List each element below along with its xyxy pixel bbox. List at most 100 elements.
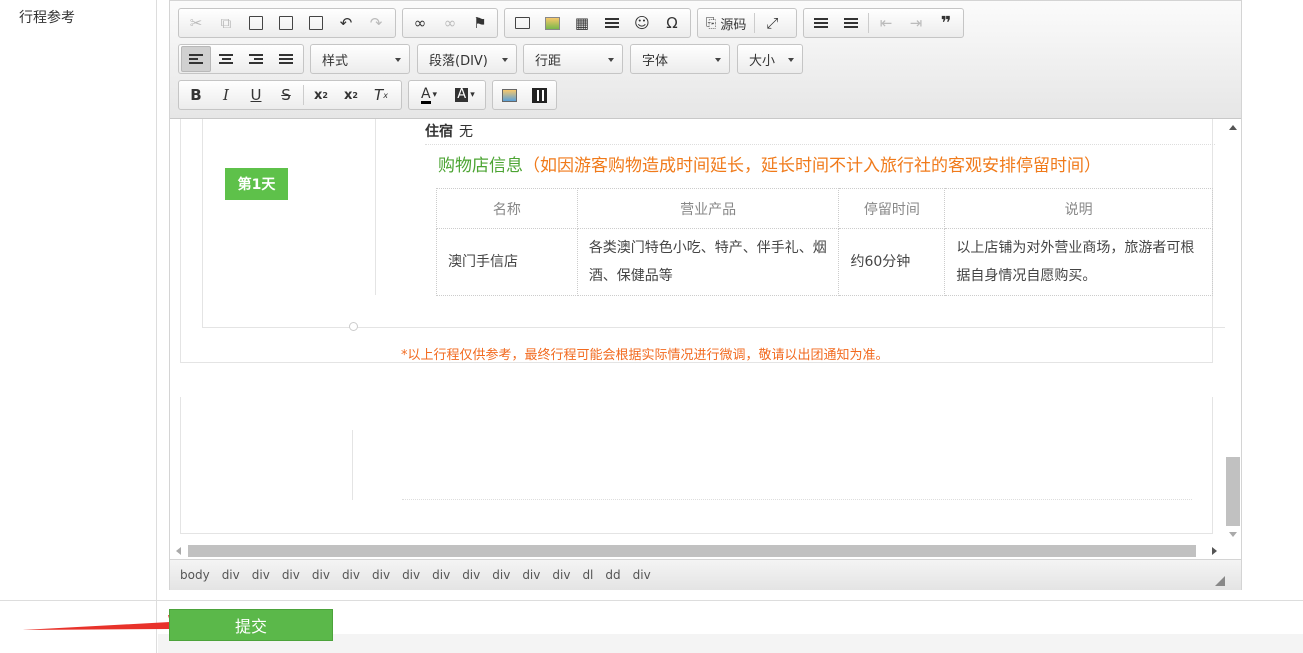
path-item[interactable]: div (552, 568, 570, 582)
scrollbar-thumb[interactable] (1226, 457, 1240, 526)
path-item[interactable]: div (492, 568, 510, 582)
path-item[interactable]: dl (582, 568, 593, 582)
blockquote-icon[interactable]: ❞ (931, 10, 961, 36)
day-divider (375, 119, 376, 295)
separator (868, 13, 869, 33)
line-height-select[interactable]: 行距 (523, 44, 623, 74)
size-select[interactable]: 大小 (737, 44, 803, 74)
stay-info: 住宿无 (425, 121, 473, 141)
image-icon[interactable] (507, 10, 537, 36)
path-item[interactable]: div (282, 568, 300, 582)
horizontal-scrollbar[interactable] (170, 543, 1225, 559)
outdent-icon[interactable]: ⇤ (871, 10, 901, 36)
paragraph-select[interactable]: 段落(DIV) (417, 44, 517, 74)
remove-format-icon[interactable]: Tx (366, 82, 396, 108)
chevron-down-icon (715, 58, 721, 62)
numbered-list-icon[interactable] (806, 10, 836, 36)
horizontal-line-icon[interactable] (597, 10, 627, 36)
align-right-icon[interactable] (241, 46, 271, 72)
insert-group: ▦ ☺ Ω (504, 8, 691, 38)
italic-icon[interactable]: I (211, 82, 241, 108)
strikethrough-icon[interactable]: S (271, 82, 301, 108)
scroll-left-icon[interactable] (176, 547, 181, 555)
superscript-icon[interactable]: x2 (336, 82, 366, 108)
vertical-scrollbar[interactable] (1225, 119, 1241, 543)
shop-table: 名称 营业产品 停留时间 说明 澳门手信店 各类澳门特色小吃、特产、伴手礼、烟酒… (436, 188, 1213, 296)
table-row: 澳门手信店 各类澳门特色小吃、特产、伴手礼、烟酒、保健品等 约60分钟 以上店铺… (436, 228, 1213, 296)
scroll-right-icon[interactable] (1212, 547, 1217, 555)
path-item[interactable]: div (342, 568, 360, 582)
underline-icon[interactable]: U (241, 82, 271, 108)
media-group (492, 80, 557, 110)
path-item[interactable]: div (402, 568, 420, 582)
editor-content[interactable]: 第1天 住宿无 购物店信息（如因游客购物造成时间延长，延长时间不计入旅行社的客观… (170, 119, 1225, 543)
copy-icon[interactable]: ⧉ (211, 10, 241, 36)
font-select[interactable]: 字体 (630, 44, 730, 74)
path-item[interactable]: div (372, 568, 390, 582)
background-color-icon[interactable]: A ▾ (447, 82, 483, 108)
resize-handle[interactable] (349, 322, 358, 331)
rich-text-editor: ✂ ⧉ ↶ ↷ ∞ ∞ ⚑ ▦ ☺ Ω ⎘ 源码 ⤢ ⇤ ⇥ ❞ 样式 段落(D… (169, 0, 1242, 590)
paste-word-icon[interactable] (301, 10, 331, 36)
shop-title-main: 购物店信息 (438, 156, 523, 176)
cut-icon[interactable]: ✂ (181, 10, 211, 36)
align-group (178, 44, 304, 74)
align-justify-icon[interactable] (271, 46, 301, 72)
shop-description-cell: 以上店铺为对外营业商场，旅游者可根据自身情况自愿购买。 (944, 228, 1213, 296)
column-header: 营业产品 (576, 188, 840, 229)
color-group: A ▾ A ▾ (408, 80, 486, 110)
path-item[interactable]: div (252, 568, 270, 582)
path-item[interactable]: div (312, 568, 330, 582)
bold-icon[interactable]: B (181, 82, 211, 108)
element-path-bar: body div div div div div div div div div… (170, 559, 1241, 590)
unlink-icon[interactable]: ∞ (435, 10, 465, 36)
clipboard-group: ✂ ⧉ ↶ ↷ (178, 8, 396, 38)
size-select-label: 大小 (749, 53, 776, 69)
text-color-icon[interactable]: A ▾ (411, 82, 447, 108)
special-char-icon[interactable]: Ω (657, 10, 687, 36)
bulleted-list-icon[interactable] (836, 10, 866, 36)
path-item[interactable]: dd (605, 568, 620, 582)
field-label-column: 行程参考 (0, 0, 157, 600)
redo-icon[interactable]: ↷ (361, 10, 391, 36)
subscript-icon[interactable]: x2 (306, 82, 336, 108)
path-item[interactable]: div (462, 568, 480, 582)
stay-value: 无 (459, 124, 473, 140)
shop-info-title: 购物店信息（如因游客购物造成时间延长，延长时间不计入旅行社的客观安排停留时间） (438, 151, 1101, 176)
image-gallery-icon[interactable] (495, 82, 525, 108)
scroll-up-icon[interactable] (1229, 125, 1237, 130)
path-item[interactable]: div (222, 568, 240, 582)
path-item[interactable]: div (522, 568, 540, 582)
day-divider (352, 430, 353, 500)
scrollbar-thumb[interactable] (188, 545, 1196, 557)
table-icon[interactable]: ▦ (567, 10, 597, 36)
undo-icon[interactable]: ↶ (331, 10, 361, 36)
column-header: 停留时间 (838, 188, 946, 229)
source-button[interactable]: ⎘ 源码 (700, 10, 752, 36)
align-center-icon[interactable] (211, 46, 241, 72)
resize-grip-icon[interactable] (1215, 576, 1225, 586)
smiley-icon[interactable]: ☺ (627, 10, 657, 36)
paste-text-icon[interactable] (271, 10, 301, 36)
path-item[interactable]: div (432, 568, 450, 582)
link-group: ∞ ∞ ⚑ (402, 8, 498, 38)
style-select[interactable]: 样式 (310, 44, 410, 74)
text-format-group: B I U S x2 x2 Tx (178, 80, 402, 110)
source-group: ⎘ 源码 ⤢ (697, 8, 797, 38)
line-height-select-label: 行距 (535, 53, 562, 69)
align-left-icon[interactable] (181, 46, 211, 72)
anchor-flag-icon[interactable]: ⚑ (465, 10, 495, 36)
paste-icon[interactable] (241, 10, 271, 36)
path-item[interactable]: body (180, 568, 210, 582)
link-icon[interactable]: ∞ (405, 10, 435, 36)
gallery-icon[interactable] (537, 10, 567, 36)
maximize-icon[interactable]: ⤢ (757, 10, 787, 36)
submit-button[interactable]: 提交 (169, 609, 333, 641)
qrcode-icon[interactable] (525, 82, 555, 108)
scroll-down-icon[interactable] (1229, 532, 1237, 537)
indent-icon[interactable]: ⇥ (901, 10, 931, 36)
style-select-label: 样式 (322, 53, 349, 69)
shop-title-note: （如因游客购物造成时间延长，延长时间不计入旅行社的客观安排停留时间） (523, 156, 1101, 176)
path-item[interactable]: div (633, 568, 651, 582)
source-icon: ⎘ (706, 15, 717, 31)
